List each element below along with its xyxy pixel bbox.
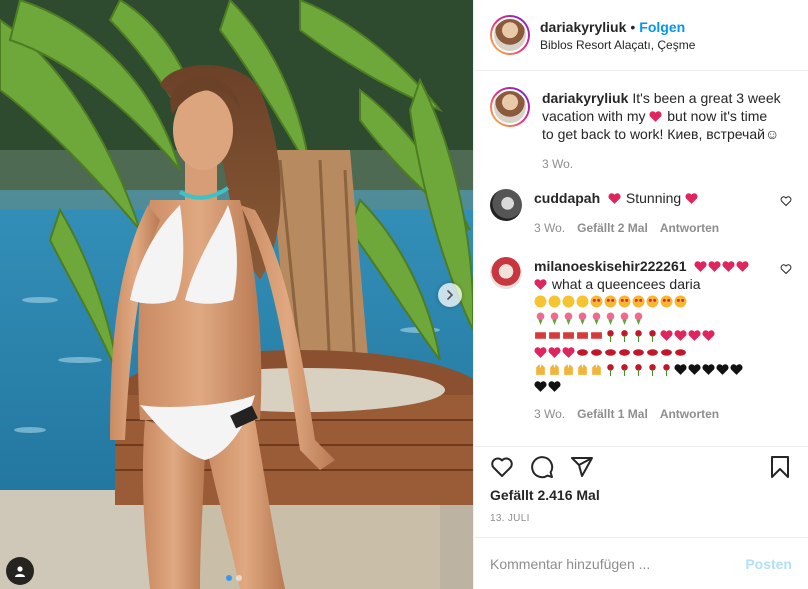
carousel-indicator (226, 575, 242, 581)
comment-likes[interactable]: Gefällt 1 Mal (577, 405, 648, 423)
reply-button[interactable]: Antworten (660, 405, 719, 423)
red-heart-emoji-icon (649, 111, 662, 122)
heart-emoji-row (534, 344, 576, 360)
likes-count[interactable]: Gefällt 2.416 Mal (474, 487, 808, 509)
comment-item: cuddapah Stunning 3 Wo. Gefällt 2 Mal An… (490, 189, 792, 257)
comment-username[interactable]: cuddapah (534, 190, 600, 206)
red-heart-emoji-icon (685, 193, 698, 204)
carousel-dot (236, 575, 242, 581)
comment-time[interactable]: 3 Wo. (534, 405, 565, 423)
caption-avatar[interactable] (490, 87, 530, 127)
comment-text: Stunning (625, 190, 682, 206)
heart-eyes-emoji-icon (660, 327, 716, 343)
comment-icon[interactable] (530, 455, 554, 479)
add-comment-bar: Posten (474, 537, 808, 589)
user-tag-icon (15, 566, 25, 577)
comment-input[interactable] (490, 555, 746, 572)
post-header: dariakyryliuk • Folgen Biblos Resort Ala… (474, 0, 808, 71)
comment-like-heart-icon[interactable] (780, 263, 792, 275)
post-date[interactable]: 13. JULI (474, 513, 808, 537)
rose-emoji-icon (604, 361, 674, 377)
comment-item: milanoeskisehir222261 what a queencees d… (490, 257, 792, 423)
comment-likes[interactable]: Gefällt 2 Mal (577, 219, 648, 237)
rose-emoji-icon (604, 327, 660, 343)
comment-time[interactable]: 3 Wo. (534, 219, 565, 237)
bouquet-emoji-icon (534, 310, 646, 326)
comment-text: what a queencees daria (551, 276, 701, 292)
chevron-right-icon (447, 290, 454, 300)
kiss-face-emoji-icon (534, 293, 590, 309)
comment-username[interactable]: milanoeskisehir222261 (534, 258, 687, 274)
commenter-avatar[interactable] (490, 257, 522, 289)
post-actions (474, 447, 808, 487)
carousel-next-button[interactable] (438, 283, 462, 307)
black-heart-emoji-icon (534, 378, 562, 394)
black-heart-emoji-icon (674, 361, 744, 377)
red-heart-emoji-icon (608, 193, 621, 204)
reply-button[interactable]: Antworten (660, 219, 719, 237)
star-eyes-emoji-icon (590, 293, 688, 309)
follow-button[interactable]: Folgen (639, 19, 685, 35)
caption-time[interactable]: 3 Wo. (542, 155, 573, 173)
caption: dariakyryliuk It's been a great 3 week va… (490, 87, 792, 177)
separator-dot: • (630, 18, 636, 35)
hundred-emoji-icon (534, 327, 604, 343)
carousel-dot-active (226, 575, 232, 581)
emoji-block (534, 293, 764, 395)
post-media[interactable] (0, 0, 473, 589)
comment-like-heart-icon[interactable] (780, 195, 792, 207)
author-username[interactable]: dariakyryliuk (540, 19, 626, 35)
lips-emoji-icon (576, 344, 688, 360)
author-avatar[interactable] (490, 15, 530, 55)
user-tags-button[interactable] (6, 557, 34, 585)
post-details-panel: dariakyryliuk • Folgen Biblos Resort Ala… (473, 0, 808, 589)
comments-list[interactable]: dariakyryliuk It's been a great 3 week va… (474, 71, 808, 447)
post-location[interactable]: Biblos Resort Alaçatı, Çeşme (540, 38, 695, 52)
share-icon[interactable] (570, 455, 594, 479)
caption-username[interactable]: dariakyryliuk (542, 90, 628, 106)
post-photo (0, 0, 473, 589)
commenter-avatar[interactable] (490, 189, 522, 221)
hands-emoji-icon (534, 361, 604, 377)
heart-icon[interactable] (490, 455, 514, 479)
post-comment-button[interactable]: Posten (745, 556, 792, 572)
bookmark-icon[interactable] (768, 455, 792, 479)
